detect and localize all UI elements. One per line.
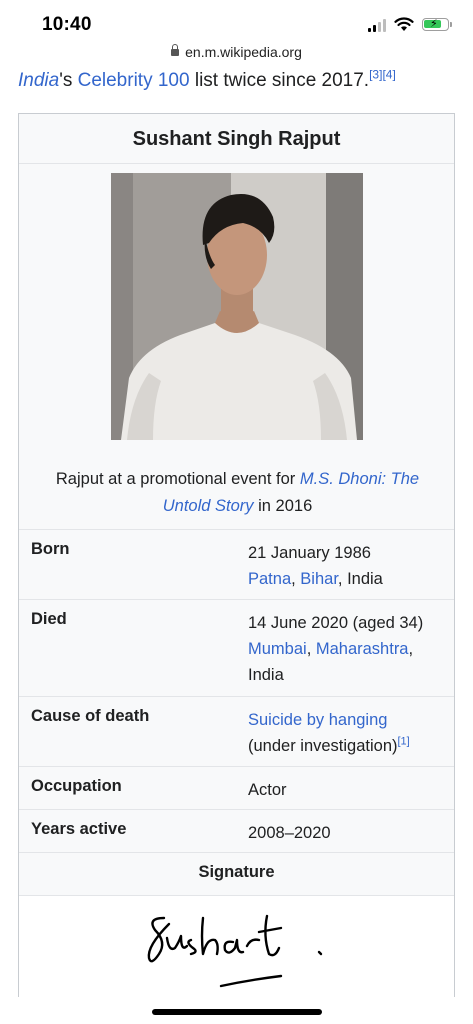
portrait-photo[interactable]	[111, 173, 363, 440]
home-indicator[interactable]	[152, 1009, 322, 1015]
battery-charging-icon: ⚡	[422, 18, 452, 31]
infobox-title: Sushant Singh Rajput	[19, 114, 454, 164]
status-bar: 10:40 ⚡ en.m.wikipedia.org	[0, 0, 473, 72]
years-active-value: 2008–2020	[248, 824, 331, 842]
status-icons: ⚡	[368, 17, 452, 32]
intro-text: India's Celebrity 100 list twice since 2…	[18, 68, 396, 94]
signature-area	[19, 895, 454, 998]
died-row: Died 14 June 2020 (aged 34) Mumbai, Maha…	[19, 599, 454, 696]
years-active-label: Years active	[31, 820, 127, 838]
separator: ,	[291, 570, 301, 588]
birth-date: 21 January 1986	[248, 544, 371, 562]
occupation-row: Occupation Actor	[19, 766, 454, 809]
mumbai-link[interactable]: Mumbai	[248, 640, 307, 658]
reference-4-link[interactable]: [4]	[382, 68, 395, 82]
intro-text-part: 's	[59, 70, 78, 91]
cause-of-death-value: Suicide by hanging (under investigation)…	[248, 707, 448, 759]
years-active-row: Years active 2008–2020	[19, 809, 454, 852]
died-value: 14 June 2020 (aged 34) Mumbai, Maharasht…	[248, 610, 448, 688]
india-link[interactable]: India	[18, 70, 59, 91]
signature-label: Signature	[198, 863, 275, 881]
cellular-signal-icon	[368, 18, 386, 32]
wifi-icon	[394, 17, 414, 31]
bihar-link[interactable]: Bihar	[300, 570, 338, 588]
reference-1-link[interactable]: [1]	[398, 736, 410, 748]
patna-link[interactable]: Patna	[248, 570, 291, 588]
infobox: Sushant Singh Rajput Rajput at a promoti…	[18, 113, 455, 998]
reference-3-link[interactable]: [3]	[369, 68, 382, 82]
suicide-by-hanging-link[interactable]: Suicide by hanging	[248, 711, 387, 729]
lock-icon	[171, 44, 180, 56]
url-text[interactable]: en.m.wikipedia.org	[185, 44, 302, 60]
caption-text: in 2016	[253, 497, 313, 515]
death-date: 14 June 2020 (aged 34)	[248, 614, 424, 632]
born-label: Born	[31, 540, 70, 558]
maharashtra-link[interactable]: Maharashtra	[316, 640, 409, 658]
birth-country: , India	[337, 570, 383, 588]
died-label: Died	[31, 610, 67, 628]
clock: 10:40	[42, 14, 92, 35]
portrait-image	[111, 173, 363, 440]
signature-image	[147, 914, 323, 988]
address-bar[interactable]: en.m.wikipedia.org	[0, 44, 473, 60]
celebrity-100-link[interactable]: Celebrity 100	[78, 70, 190, 91]
born-row: Born 21 January 1986 Patna, Bihar, India	[19, 529, 454, 599]
cause-of-death-row: Cause of death Suicide by hanging (under…	[19, 696, 454, 766]
occupation-label: Occupation	[31, 777, 122, 795]
occupation-value: Actor	[248, 781, 287, 799]
investigation-note: (under investigation)	[248, 737, 398, 755]
signature-header-row: Signature	[19, 852, 454, 895]
intro-text-part: list twice since 2017.	[189, 70, 370, 91]
photo-caption: Rajput at a promotional event for M.S. D…	[39, 466, 436, 520]
born-value: 21 January 1986 Patna, Bihar, India	[248, 540, 448, 592]
cause-of-death-label: Cause of death	[31, 707, 150, 725]
separator: ,	[306, 640, 316, 658]
caption-text: Rajput at a promotional event for	[55, 470, 300, 488]
